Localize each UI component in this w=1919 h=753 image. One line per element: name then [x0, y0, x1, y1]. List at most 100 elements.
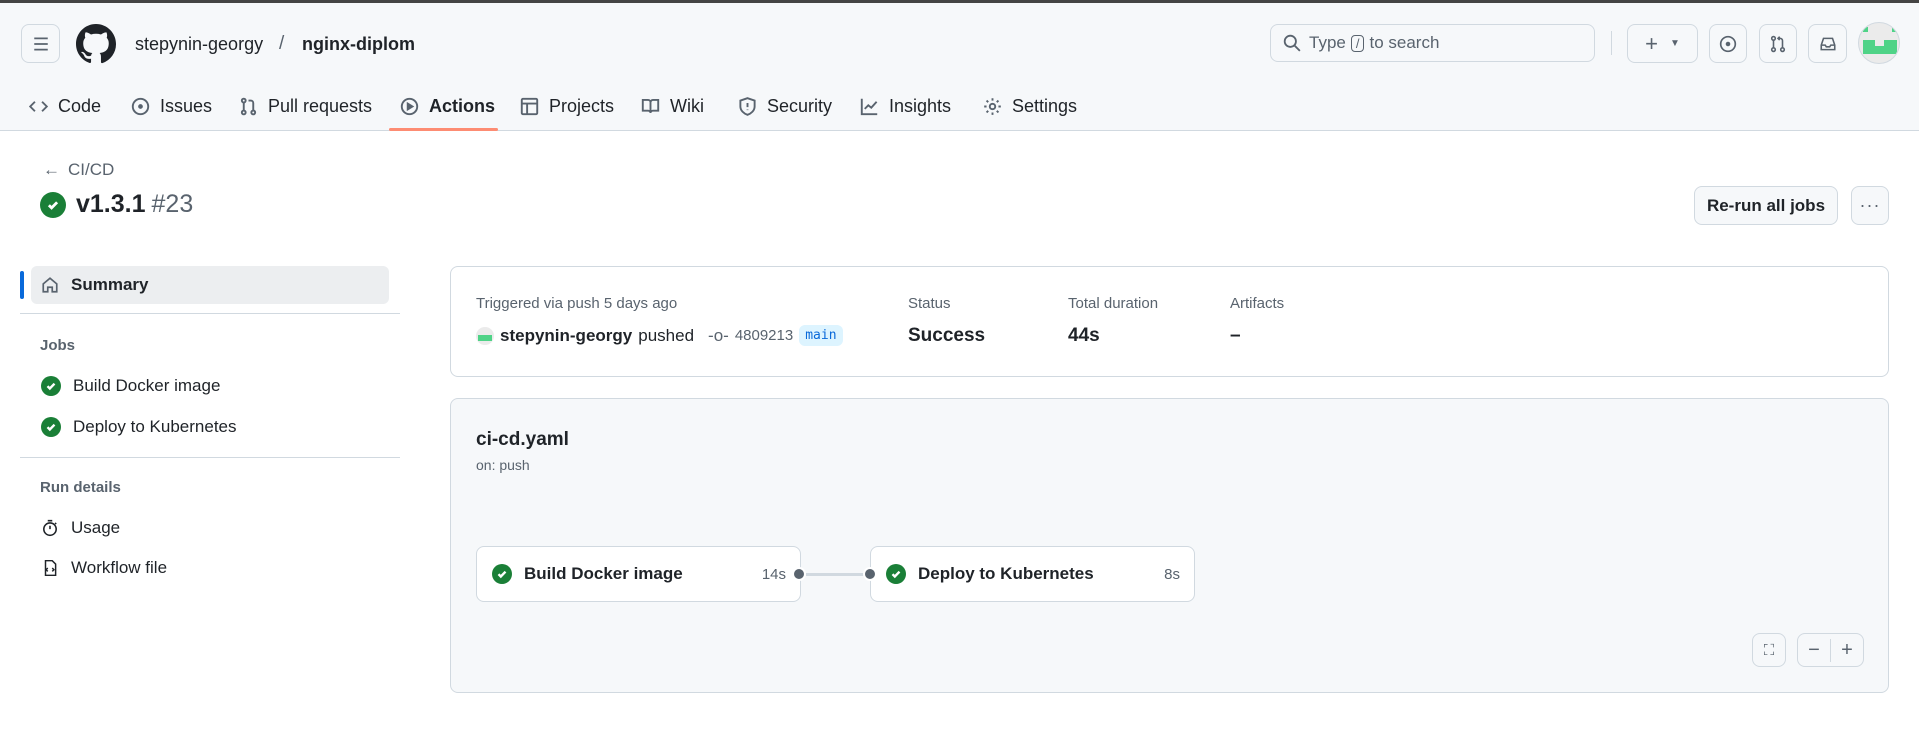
- issue-opened-icon: [1719, 35, 1737, 52]
- sidebar-item-summary[interactable]: Summary: [31, 266, 389, 304]
- file-code-icon: [44, 559, 57, 577]
- issue-opened-icon: [131, 97, 150, 115]
- job-name: Build Docker image: [524, 564, 683, 583]
- search-input[interactable]: Type / to search: [1270, 24, 1595, 62]
- tab-label: Projects: [549, 95, 615, 116]
- job-output-port: [792, 567, 806, 581]
- back-to-workflow-link[interactable]: ← CI/CD: [43, 160, 114, 180]
- tab-label: Issues: [160, 95, 213, 116]
- commit-sha-link[interactable]: 4809213: [735, 327, 793, 344]
- menu-button[interactable]: [21, 24, 60, 63]
- sidebar-job-deploy[interactable]: Deploy to Kubernetes: [31, 408, 389, 446]
- create-new-button[interactable]: + ▼: [1627, 24, 1698, 63]
- sidebar-divider: [20, 457, 400, 458]
- inbox-button[interactable]: [1808, 24, 1847, 63]
- active-indicator: [20, 271, 24, 299]
- shield-icon: [739, 96, 756, 116]
- jobs-heading: Jobs: [40, 337, 76, 354]
- git-pull-request-icon: [240, 97, 257, 115]
- sidebar-label: Deploy to Kubernetes: [73, 417, 237, 436]
- user-avatar[interactable]: [1858, 22, 1900, 64]
- git-commit-icon: -o-: [708, 325, 729, 345]
- sidebar-divider: [20, 313, 400, 314]
- status-value: Success: [908, 325, 986, 346]
- artifacts-label: Artifacts: [1230, 295, 1285, 312]
- check-circle-icon: [492, 564, 512, 584]
- tab-code[interactable]: Code: [29, 93, 101, 119]
- check-circle-icon: [41, 376, 61, 396]
- check-circle-icon: [886, 564, 906, 584]
- sidebar-item-workflow-file[interactable]: Workflow file: [31, 549, 389, 587]
- zoom-in-button[interactable]: +: [1831, 639, 1863, 662]
- sidebar-job-build[interactable]: Build Docker image: [31, 367, 389, 405]
- search-icon: [1283, 34, 1301, 52]
- header-divider: [1611, 31, 1612, 55]
- sidebar-label: Workflow file: [71, 558, 168, 577]
- sidebar-label: Build Docker image: [73, 376, 221, 395]
- check-circle-icon: [41, 417, 61, 437]
- search-placeholder-prefix: Type: [1309, 33, 1346, 52]
- graph-icon: [860, 98, 878, 115]
- home-icon: [42, 277, 58, 293]
- screen-full-icon: ⛶: [1763, 641, 1775, 659]
- search-shortcut-key: /: [1350, 34, 1365, 52]
- tab-security[interactable]: Security: [738, 93, 832, 119]
- stopwatch-icon: [43, 519, 57, 537]
- run-summary-card: Triggered via push 5 days ago stepynin-g…: [450, 266, 1889, 377]
- kebab-horizontal-icon: ···: [1859, 195, 1881, 215]
- tab-label: Settings: [1012, 95, 1078, 116]
- job-duration: 14s: [761, 565, 786, 583]
- play-icon: [400, 97, 419, 115]
- repo-link[interactable]: nginx-diplom: [302, 34, 415, 55]
- zoom-controls: − +: [1797, 633, 1864, 667]
- table-icon: [520, 97, 539, 115]
- trigger-text: Triggered via push 5 days ago: [476, 295, 678, 312]
- path-separator: /: [279, 33, 285, 54]
- pull-requests-button[interactable]: [1759, 24, 1797, 63]
- fullscreen-button[interactable]: ⛶: [1752, 633, 1786, 667]
- tab-insights[interactable]: Insights: [860, 93, 951, 119]
- run-details-heading: Run details: [40, 479, 121, 496]
- workflow-file-name: ci-cd.yaml: [476, 429, 569, 450]
- page-title: v1.3.1 #23: [40, 190, 193, 219]
- duration-value: 44s: [1068, 325, 1100, 346]
- job-duration: 8s: [1164, 565, 1180, 583]
- issues-button[interactable]: [1709, 24, 1747, 63]
- search-placeholder-suffix: to search: [1369, 33, 1440, 52]
- arrow-left-icon: ←: [43, 160, 60, 179]
- job-node-deploy[interactable]: Deploy to Kubernetes 8s: [870, 546, 1195, 602]
- sidebar-item-usage[interactable]: Usage: [31, 509, 389, 547]
- tab-issues[interactable]: Issues: [131, 93, 212, 119]
- tab-actions[interactable]: Actions: [400, 93, 495, 119]
- sidebar-label: Usage: [71, 518, 121, 537]
- job-node-build[interactable]: Build Docker image 14s: [476, 546, 801, 602]
- actor-link[interactable]: stepynin-georgy: [500, 326, 632, 346]
- owner-link[interactable]: stepynin-georgy: [135, 34, 263, 55]
- artifacts-value: –: [1230, 325, 1241, 346]
- tab-label: Insights: [889, 95, 952, 116]
- tab-pull-requests[interactable]: Pull requests: [239, 93, 372, 119]
- tab-label: Code: [58, 95, 102, 116]
- tab-label: Actions: [429, 95, 496, 116]
- tab-wiki[interactable]: Wiki: [641, 93, 704, 119]
- gear-icon: [984, 97, 1001, 115]
- tab-label: Pull requests: [268, 95, 373, 116]
- tab-settings[interactable]: Settings: [983, 93, 1077, 119]
- github-logo-icon[interactable]: [76, 24, 116, 64]
- repo-header: stepynin-georgy / nginx-diplom Type / to…: [0, 3, 1919, 131]
- sidebar-label: Summary: [71, 275, 149, 294]
- workflow-name: CI/CD: [68, 160, 115, 179]
- git-pull-request-icon: [1770, 35, 1786, 52]
- rerun-all-jobs-button[interactable]: Re-run all jobs: [1694, 186, 1838, 225]
- workflow-trigger: on: push: [476, 457, 530, 473]
- zoom-out-button[interactable]: −: [1798, 638, 1831, 662]
- check-circle-icon: [40, 191, 66, 218]
- code-icon: [29, 100, 48, 112]
- branch-badge[interactable]: main: [799, 325, 843, 346]
- duration-label: Total duration: [1068, 295, 1159, 312]
- push-action: pushed: [638, 325, 695, 345]
- more-options-button[interactable]: ···: [1851, 186, 1889, 225]
- plus-icon: +: [1645, 30, 1658, 56]
- triangle-down-icon: ▼: [1669, 38, 1680, 49]
- tab-projects[interactable]: Projects: [520, 93, 614, 119]
